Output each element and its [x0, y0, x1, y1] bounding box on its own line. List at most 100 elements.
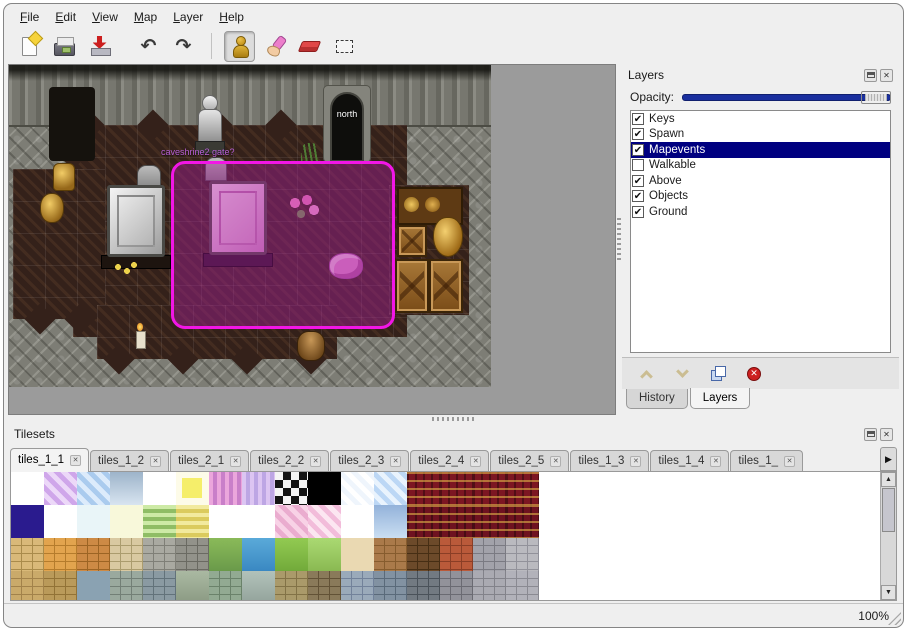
- tile-3[interactable]: [110, 472, 143, 505]
- tile-30[interactable]: [473, 505, 506, 538]
- tile-17[interactable]: [44, 505, 77, 538]
- open-button[interactable]: [49, 31, 80, 62]
- map-viewport[interactable]: north caveshrine2 gate?: [8, 64, 616, 415]
- tile-33[interactable]: [44, 538, 77, 571]
- tile-57[interactable]: [308, 571, 341, 600]
- tile-12[interactable]: [407, 472, 440, 505]
- layer-visibility-checkbox[interactable]: ✔: [632, 175, 644, 187]
- tile-49[interactable]: [44, 571, 77, 600]
- tile-14[interactable]: [473, 472, 506, 505]
- tile-0[interactable]: [11, 472, 44, 505]
- tileset-tab-tiles_2_2[interactable]: tiles_2_2✕: [250, 450, 329, 471]
- tile-56[interactable]: [275, 571, 308, 600]
- layer-row-above[interactable]: ✔Above: [631, 173, 890, 189]
- select-tool-button[interactable]: [329, 31, 360, 62]
- tile-59[interactable]: [374, 571, 407, 600]
- layer-row-objects[interactable]: ✔Objects: [631, 189, 890, 205]
- close-tab-icon[interactable]: ✕: [784, 456, 795, 467]
- tile-32[interactable]: [11, 538, 44, 571]
- splitter-grip[interactable]: [432, 417, 476, 421]
- tile-21[interactable]: [176, 505, 209, 538]
- tile-44[interactable]: [407, 538, 440, 571]
- tile-34[interactable]: [77, 538, 110, 571]
- selection-rectangle[interactable]: [171, 161, 395, 329]
- layer-row-mapevents[interactable]: ✔Mapevents: [631, 142, 890, 158]
- tile-37[interactable]: [176, 538, 209, 571]
- menu-file[interactable]: File: [12, 8, 47, 26]
- splitter-grip[interactable]: [617, 218, 621, 262]
- tab-history[interactable]: History: [626, 389, 688, 409]
- tile-2[interactable]: [77, 472, 110, 505]
- tileset-tab-tiles_1_4[interactable]: tiles_1_4✕: [650, 450, 729, 471]
- close-panel-button[interactable]: ✕: [880, 69, 893, 82]
- brush-tool-button[interactable]: [259, 31, 290, 62]
- tile-13[interactable]: [440, 472, 473, 505]
- tile-40[interactable]: [275, 538, 308, 571]
- horizontal-splitter[interactable]: [4, 415, 903, 423]
- tile-16[interactable]: [11, 505, 44, 538]
- layer-row-keys[interactable]: ✔Keys: [631, 111, 890, 127]
- new-file-button[interactable]: [14, 31, 45, 62]
- layer-row-spawn[interactable]: ✔Spawn: [631, 127, 890, 143]
- layer-row-ground[interactable]: ✔Ground: [631, 204, 890, 220]
- opacity-slider-track[interactable]: [682, 94, 891, 101]
- menu-help[interactable]: Help: [211, 8, 252, 26]
- tile-5[interactable]: [176, 472, 209, 505]
- redo-button[interactable]: ↷: [168, 31, 199, 62]
- scroll-down-button[interactable]: ▼: [881, 585, 896, 600]
- tileset-tab-tiles_1_2[interactable]: tiles_1_2✕: [90, 450, 169, 471]
- resize-grip[interactable]: [888, 612, 901, 625]
- close-tab-icon[interactable]: ✕: [710, 456, 721, 467]
- tile-36[interactable]: [143, 538, 176, 571]
- map-canvas[interactable]: north caveshrine2 gate?: [9, 65, 491, 387]
- tile-48[interactable]: [11, 571, 44, 600]
- tile-50[interactable]: [77, 571, 110, 600]
- layer-visibility-checkbox[interactable]: ✔: [632, 190, 644, 202]
- tile-41[interactable]: [308, 538, 341, 571]
- tile-55[interactable]: [242, 571, 275, 600]
- tile-4[interactable]: [143, 472, 176, 505]
- tile-25[interactable]: [308, 505, 341, 538]
- tile-54[interactable]: [209, 571, 242, 600]
- tile-8[interactable]: [275, 472, 308, 505]
- save-button[interactable]: [84, 31, 115, 62]
- tile-46[interactable]: [473, 538, 506, 571]
- tile-53[interactable]: [176, 571, 209, 600]
- tileset-tab-tiles_1_1[interactable]: tiles_1_1✕: [10, 448, 89, 472]
- menu-map[interactable]: Map: [126, 8, 165, 26]
- tile-22[interactable]: [209, 505, 242, 538]
- tile-19[interactable]: [110, 505, 143, 538]
- tile-51[interactable]: [110, 571, 143, 600]
- menu-edit[interactable]: Edit: [47, 8, 84, 26]
- tile-47[interactable]: [506, 538, 539, 571]
- tab-layers[interactable]: Layers: [690, 388, 751, 409]
- close-tab-icon[interactable]: ✕: [230, 456, 241, 467]
- close-panel-button[interactable]: ✕: [880, 428, 893, 441]
- scroll-thumb[interactable]: [882, 488, 895, 532]
- tile-45[interactable]: [440, 538, 473, 571]
- layer-list[interactable]: ✔Keys✔Spawn✔MapeventsWalkable✔Above✔Obje…: [630, 110, 891, 353]
- menu-layer[interactable]: Layer: [165, 8, 211, 26]
- tile-10[interactable]: [341, 472, 374, 505]
- close-tab-icon[interactable]: ✕: [550, 456, 561, 467]
- eraser-tool-button[interactable]: [294, 31, 325, 62]
- tile-58[interactable]: [341, 571, 374, 600]
- tile-28[interactable]: [407, 505, 440, 538]
- tile-18[interactable]: [77, 505, 110, 538]
- menu-view[interactable]: View: [84, 8, 126, 26]
- tab-scroll-right-button[interactable]: ▶: [880, 447, 897, 471]
- vertical-scrollbar[interactable]: ▲ ▼: [880, 472, 896, 600]
- opacity-slider-handle[interactable]: [861, 91, 891, 104]
- layer-visibility-checkbox[interactable]: ✔: [632, 144, 644, 156]
- tile-31[interactable]: [506, 505, 539, 538]
- tileset-tab-tiles_2_1[interactable]: tiles_2_1✕: [170, 450, 249, 471]
- tile-23[interactable]: [242, 505, 275, 538]
- tile-38[interactable]: [209, 538, 242, 571]
- layer-visibility-checkbox[interactable]: ✔: [632, 113, 644, 125]
- close-tab-icon[interactable]: ✕: [150, 456, 161, 467]
- opacity-slider[interactable]: [682, 90, 891, 104]
- scroll-track[interactable]: [881, 533, 896, 585]
- tileset-tab-tiles_2_5[interactable]: tiles_2_5✕: [490, 450, 569, 471]
- tile-39[interactable]: [242, 538, 275, 571]
- tile-27[interactable]: [374, 505, 407, 538]
